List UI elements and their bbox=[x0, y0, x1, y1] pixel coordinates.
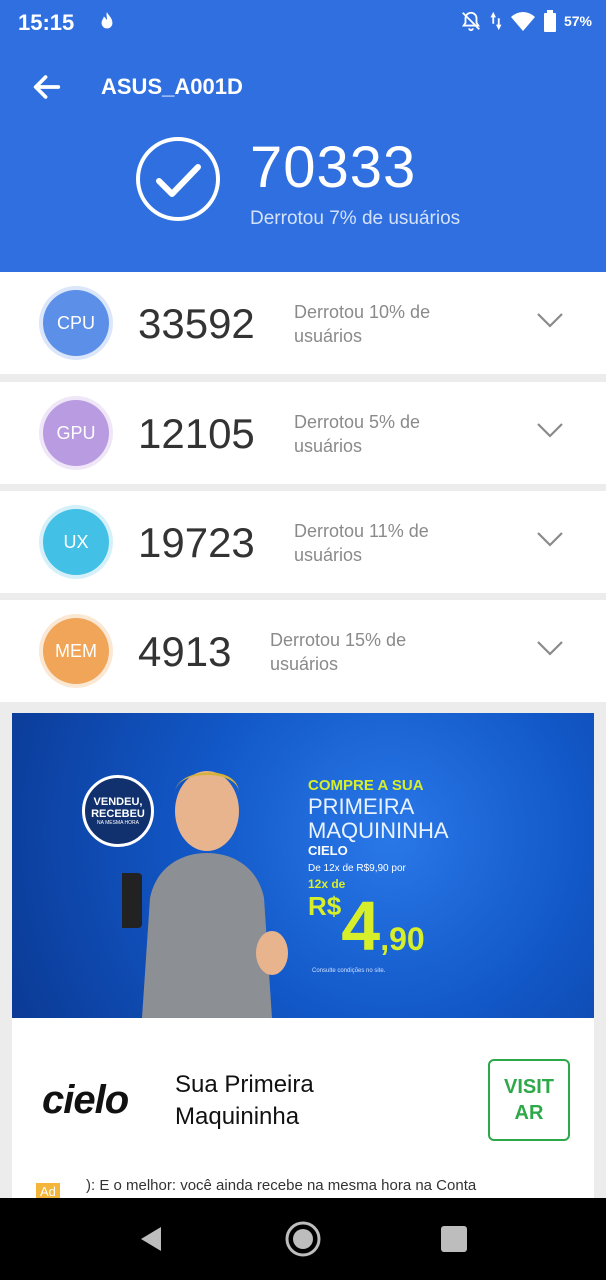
device-name: ASUS_A001D bbox=[101, 74, 243, 99]
ad-headline-1: COMPRE A SUA bbox=[308, 777, 424, 794]
cpu-badge: CPU bbox=[43, 290, 109, 356]
ad-price-main: 4 bbox=[341, 887, 381, 965]
cpu-percentile: Derrotou 10% de usuários bbox=[294, 302, 431, 346]
check-badge bbox=[136, 137, 220, 221]
ad-seal-text: VENDEU, RECEBEU bbox=[91, 796, 145, 820]
check-icon bbox=[156, 164, 201, 197]
chevron-down-icon[interactable] bbox=[536, 420, 564, 440]
total-percentile: Derrotou 7% de usuários bbox=[250, 208, 461, 229]
ad-card[interactable]: VENDEU, RECEBEU NA MESMA HORA COMPRE A S… bbox=[12, 713, 594, 1203]
data-arrows-icon bbox=[490, 11, 502, 31]
ad-body-text: ): E o melhor: você ainda recebe na mesm… bbox=[86, 1177, 477, 1194]
ad-seal-subtext: NA MESMA HORA bbox=[97, 820, 139, 826]
ux-percentile: Derrotou 11% de usuários bbox=[294, 521, 429, 565]
ad-title[interactable]: Sua Primeira Maquininha bbox=[175, 1069, 395, 1133]
gpu-badge: GPU bbox=[43, 400, 109, 466]
ad-price-old: De 12x de R$9,90 por bbox=[308, 863, 406, 874]
mem-percentile: Derrotou 15% de usuários bbox=[270, 630, 407, 674]
battery-percent: 57% bbox=[563, 13, 592, 29]
chevron-down-icon[interactable] bbox=[536, 529, 564, 549]
flame-icon bbox=[101, 12, 113, 29]
ad-price-installments: 12x de bbox=[308, 877, 346, 891]
back-arrow-icon[interactable] bbox=[30, 70, 64, 104]
visit-button[interactable]: VISIT AR bbox=[488, 1059, 570, 1141]
status-icons: 57% bbox=[460, 10, 592, 32]
cpu-score: 33592 bbox=[138, 300, 255, 347]
ad-price-currency: R$ bbox=[308, 891, 342, 921]
ux-score: 19723 bbox=[138, 519, 255, 566]
status-bar: 15:15 57% bbox=[0, 0, 606, 46]
mem-score: 4913 bbox=[138, 628, 232, 675]
status-time: 15:15 bbox=[18, 10, 75, 35]
ad-headline-2: PRIMEIRA MAQUININHA bbox=[308, 794, 449, 843]
ux-badge: UX bbox=[43, 509, 109, 575]
gpu-score: 12105 bbox=[138, 410, 255, 457]
total-score: 70333 bbox=[250, 135, 417, 200]
ad-fine-print: Consulte condições no site. bbox=[312, 968, 386, 974]
score-card-ux[interactable]: UX 19723 Derrotou 11% de usuários bbox=[0, 491, 606, 593]
app-header: 15:15 57% ASUS_A001D 70333 Derrotou 7% d… bbox=[0, 0, 606, 272]
chevron-down-icon[interactable] bbox=[536, 310, 564, 330]
nav-recent-icon[interactable] bbox=[441, 1226, 467, 1252]
bell-off-icon bbox=[461, 11, 481, 32]
mem-badge: MEM bbox=[43, 618, 109, 684]
ad-price-cents: ,90 bbox=[380, 921, 425, 957]
ad-banner-image[interactable]: VENDEU, RECEBEU NA MESMA HORA COMPRE A S… bbox=[12, 713, 594, 1018]
chevron-down-icon[interactable] bbox=[536, 638, 564, 658]
score-card-cpu[interactable]: CPU 33592 Derrotou 10% de usuários bbox=[0, 272, 606, 374]
wifi-icon bbox=[510, 12, 535, 31]
nav-home-icon[interactable] bbox=[284, 1220, 322, 1258]
system-nav-bar bbox=[0, 1198, 606, 1280]
nav-back-icon[interactable] bbox=[137, 1225, 165, 1253]
cielo-logo: cielo bbox=[42, 1078, 129, 1122]
score-card-mem[interactable]: MEM 4913 Derrotou 15% de usuários bbox=[0, 600, 606, 702]
gpu-percentile: Derrotou 5% de usuários bbox=[294, 412, 421, 456]
score-card-gpu[interactable]: GPU 12105 Derrotou 5% de usuários bbox=[0, 382, 606, 484]
battery-icon bbox=[543, 10, 556, 32]
ad-headline-3: CIELO bbox=[308, 843, 348, 858]
ad-price: R$4,90 bbox=[308, 891, 425, 961]
ad-seal: VENDEU, RECEBEU NA MESMA HORA bbox=[82, 775, 154, 847]
